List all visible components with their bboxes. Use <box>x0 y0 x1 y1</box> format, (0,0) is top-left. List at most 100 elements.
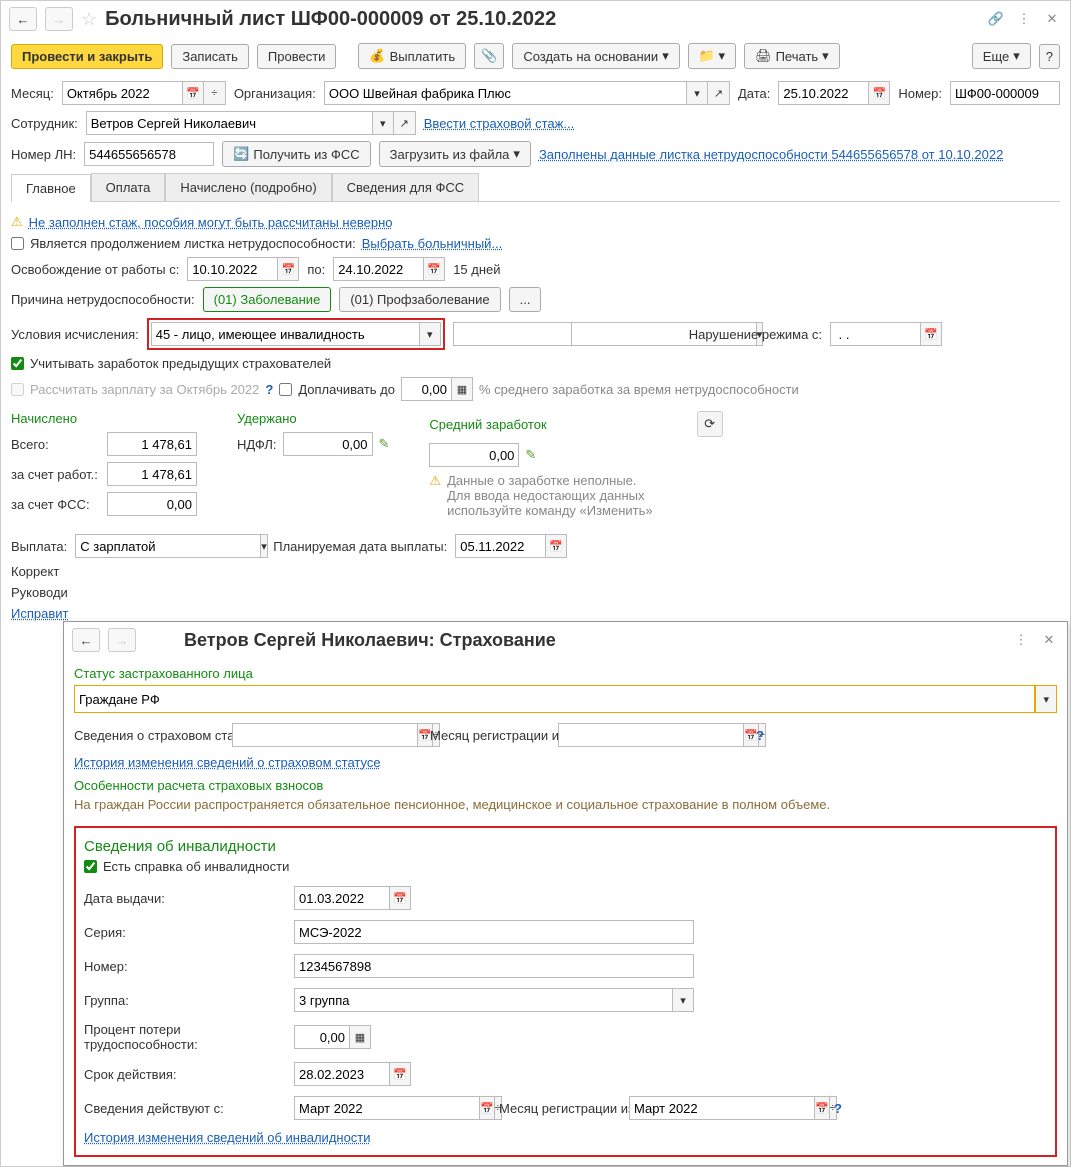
continuation-label: Является продолжением листка нетрудоспос… <box>30 236 356 251</box>
employer-input[interactable] <box>107 462 197 486</box>
ln-input[interactable] <box>84 142 214 166</box>
goto-button[interactable]: 📁 ▾ <box>688 43 736 69</box>
reason1-button[interactable]: (01) Заболевание <box>203 287 332 312</box>
calendar-icon[interactable]: 📅 <box>814 1096 830 1120</box>
refresh-button[interactable]: ⟳ <box>697 411 723 437</box>
dis-pct-input[interactable] <box>294 1025 349 1049</box>
dropdown-icon[interactable]: ▾ <box>686 81 708 105</box>
open-icon[interactable]: ↗ <box>394 111 416 135</box>
dis-series-input[interactable] <box>294 920 694 944</box>
calendar-icon[interactable]: 📅 <box>423 257 445 281</box>
dis-reg-input[interactable] <box>629 1096 814 1120</box>
help-icon[interactable]: ? <box>265 382 273 397</box>
dis-term-input[interactable] <box>294 1062 389 1086</box>
avg-input[interactable] <box>429 443 519 467</box>
status-input[interactable] <box>74 685 1035 713</box>
employee-label: Сотрудник: <box>11 116 78 131</box>
pay-button[interactable]: 💰 Выплатить <box>358 43 466 69</box>
fix-link[interactable]: Исправит <box>11 606 68 621</box>
reason-more-button[interactable]: ... <box>509 287 542 312</box>
status-history-link[interactable]: История изменения сведений о страховом с… <box>74 755 381 770</box>
topup-checkbox[interactable] <box>279 383 292 396</box>
calendar-icon[interactable]: 📅 <box>545 534 567 558</box>
dis-history-link[interactable]: История изменения сведений об инвалиднос… <box>84 1130 371 1145</box>
calc-icon[interactable]: ▦ <box>349 1025 371 1049</box>
kebab-icon[interactable]: ⋮ <box>1011 630 1031 650</box>
dropdown-icon[interactable]: ▾ <box>419 322 441 346</box>
dropdown-icon[interactable]: ▾ <box>1035 685 1057 713</box>
insurance-link[interactable]: Ввести страховой стаж... <box>424 116 574 131</box>
topup-input[interactable] <box>401 377 451 401</box>
plan-date-input[interactable] <box>455 534 545 558</box>
create-base-button[interactable]: Создать на основании ▾ <box>512 43 679 69</box>
violation-input[interactable] <box>830 322 920 346</box>
date-input[interactable] <box>778 81 868 105</box>
data-filled-link[interactable]: Заполнены данные листка нетрудоспособнос… <box>539 147 1003 162</box>
calendar-icon[interactable]: 📅 <box>868 81 890 105</box>
dis-date-input[interactable] <box>294 886 389 910</box>
post-button[interactable]: Провести <box>257 44 337 69</box>
help-button[interactable]: ? <box>1039 44 1060 69</box>
link-icon[interactable]: 🔗 <box>986 9 1006 29</box>
tab-main[interactable]: Главное <box>11 174 91 202</box>
release-to-input[interactable] <box>333 257 423 281</box>
edit-icon[interactable]: ✎ <box>379 436 390 452</box>
nav-forward-button[interactable]: → <box>108 628 136 652</box>
nav-back-button[interactable]: ← <box>72 628 100 652</box>
get-fss-button[interactable]: 🔄 Получить из ФСС <box>222 141 370 167</box>
calc-cond-input[interactable] <box>151 322 419 346</box>
features-section-title: Особенности расчета страховых взносов <box>74 778 1057 793</box>
close-icon[interactable]: ✕ <box>1042 9 1062 29</box>
org-input[interactable] <box>324 81 686 105</box>
tab-fss[interactable]: Сведения для ФСС <box>332 173 479 201</box>
calendar-icon[interactable]: 📅 <box>389 1062 411 1086</box>
month-input[interactable] <box>62 81 182 105</box>
release-from-input[interactable] <box>187 257 277 281</box>
attachment-button[interactable]: 📎 <box>474 43 504 69</box>
spinner-icon[interactable]: ÷ <box>204 81 226 105</box>
close-icon[interactable]: ✕ <box>1039 630 1059 650</box>
save-button[interactable]: Записать <box>171 44 249 69</box>
dropdown-icon[interactable]: ▾ <box>672 988 694 1012</box>
edit-icon[interactable]: ✎ <box>525 447 536 463</box>
reg-month-input[interactable] <box>558 723 743 747</box>
employee-input[interactable] <box>86 111 372 135</box>
select-sick-link[interactable]: Выбрать больничный... <box>362 236 503 251</box>
open-icon[interactable]: ↗ <box>708 81 730 105</box>
dis-valid-input[interactable] <box>294 1096 479 1120</box>
tab-pay[interactable]: Оплата <box>91 173 166 201</box>
favorite-icon[interactable]: ☆ <box>81 9 97 30</box>
kebab-icon[interactable]: ⋮ <box>1014 9 1034 29</box>
tab-accrued[interactable]: Начислено (подробно) <box>165 173 331 201</box>
calc-icon[interactable]: ▦ <box>451 377 473 401</box>
prev-earnings-checkbox[interactable] <box>11 357 24 370</box>
help-icon[interactable]: ? <box>756 728 764 743</box>
more-button[interactable]: Еще ▾ <box>972 43 1031 69</box>
nav-forward-button[interactable]: → <box>45 7 73 31</box>
post-close-button[interactable]: Провести и закрыть <box>11 44 163 69</box>
num-input[interactable] <box>950 81 1060 105</box>
fss-acc-input[interactable] <box>107 492 197 516</box>
nav-back-button[interactable]: ← <box>9 7 37 31</box>
disability-cert-checkbox[interactable] <box>84 860 97 873</box>
dis-num-input[interactable] <box>294 954 694 978</box>
continuation-checkbox[interactable] <box>11 237 24 250</box>
dropdown-icon[interactable]: ▾ <box>372 111 394 135</box>
calendar-icon[interactable]: 📅 <box>182 81 204 105</box>
total-input[interactable] <box>107 432 197 456</box>
calendar-icon[interactable]: 📅 <box>277 257 299 281</box>
stage-warning-link[interactable]: Не заполнен стаж, пособия могут быть рас… <box>29 215 393 230</box>
dropdown-icon[interactable]: ▾ <box>260 534 268 558</box>
load-file-button[interactable]: Загрузить из файла ▾ <box>379 141 531 167</box>
print-button[interactable]: 🖨 Печать ▾ <box>744 43 840 69</box>
more-label: Еще <box>983 49 1009 64</box>
calendar-icon[interactable]: 📅 <box>389 886 411 910</box>
payout-input[interactable] <box>75 534 260 558</box>
calendar-icon[interactable]: 📅 <box>920 322 942 346</box>
dis-group-input[interactable] <box>294 988 672 1012</box>
calendar-icon[interactable]: 📅 <box>479 1096 495 1120</box>
ndfl-input[interactable] <box>283 432 373 456</box>
valid-from-input[interactable] <box>232 723 417 747</box>
reason2-button[interactable]: (01) Профзаболевание <box>339 287 500 312</box>
help-icon[interactable]: ? <box>834 1101 842 1116</box>
